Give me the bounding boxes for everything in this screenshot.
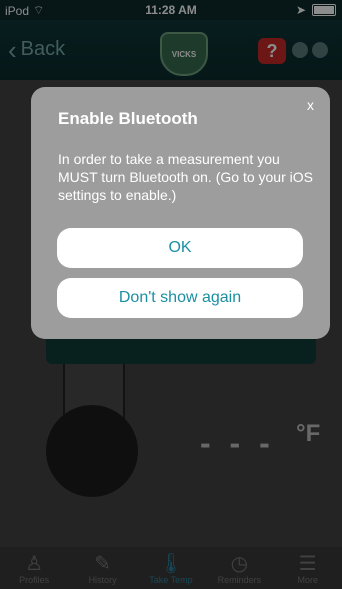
dialog-message: In order to take a measurement you MUST … [58,151,313,203]
dialog-title: Enable Bluetooth [58,109,198,128]
ok-button[interactable]: OK [57,228,303,268]
dont-show-again-button[interactable]: Don't show again [57,278,303,318]
close-icon[interactable]: x [307,97,314,113]
bluetooth-dialog: x Enable Bluetooth In order to take a me… [31,87,330,339]
